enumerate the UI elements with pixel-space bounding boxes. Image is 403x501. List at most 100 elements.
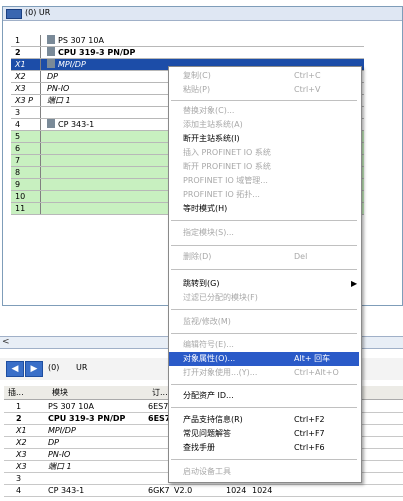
module-name: MPI/DP [58, 60, 86, 69]
slot-number: 11 [11, 203, 41, 214]
menu-label: 粘贴(P) [183, 85, 211, 94]
menu-label: 常见问题解答 [183, 429, 231, 438]
menu-item-assign-asset-id[interactable]: 分配资产 ID... [169, 389, 359, 403]
menu-item-profinet-topology[interactable]: PROFINET IO 拓扑... [169, 188, 359, 202]
back-arrow-icon[interactable]: ◀ [6, 361, 24, 377]
header-order[interactable]: 订... [152, 387, 168, 398]
address-value: 1024 [252, 486, 273, 495]
context-menu: 复制(C) Ctrl+C 粘贴(P) Ctrl+V 替换对象(C)... 添加主… [168, 66, 362, 483]
slot-number: 1 [11, 35, 41, 46]
menu-label: 指定模块(S)... [183, 228, 234, 237]
slot-number: X1 [11, 59, 41, 70]
header-module[interactable]: 模块 [52, 387, 68, 398]
slot-number: X2 [11, 71, 41, 82]
menu-shortcut: Alt+ 回车 [294, 354, 331, 363]
module-icon [47, 119, 55, 128]
detail-rack-name: UR [76, 363, 88, 372]
menu-item-goto[interactable]: 跳转到(G) ▶ [169, 277, 359, 291]
forward-arrow-icon[interactable]: ▶ [25, 361, 43, 377]
menu-item-product-support[interactable]: 产品支持信息(R) Ctrl+F2 [169, 413, 359, 427]
menu-separator [171, 309, 357, 310]
menu-label: 断开 PROFINET IO 系统 [183, 162, 271, 171]
slot-number: 3 [16, 474, 22, 483]
slot-number: X3 [16, 462, 27, 471]
module-name: CPU 319-3 PN/DP [58, 48, 136, 57]
menu-item-monitor-modify[interactable]: 监视/修改(M) [169, 315, 359, 329]
submenu-arrow-icon: ▶ [351, 279, 358, 288]
menu-label: 断开主站系统(I) [183, 134, 240, 143]
module-name: DP [48, 438, 59, 447]
slot-number: X3 [16, 450, 27, 459]
slot-number: 4 [11, 119, 41, 130]
rack-row-2[interactable]: 2 CPU 319-3 PN/DP [11, 47, 364, 59]
slot-number: 5 [11, 131, 41, 142]
module-name: PS 307 10A [58, 36, 104, 45]
menu-item-filter-assigned[interactable]: 过滤已分配的模块(F) [169, 291, 359, 305]
rack-title: (0) UR [25, 8, 51, 17]
slot-number: 8 [11, 167, 41, 178]
order-number: 6GK7 [148, 486, 170, 495]
menu-separator [171, 100, 357, 101]
menu-label: 监视/修改(M) [183, 317, 231, 326]
menu-separator [171, 245, 357, 246]
menu-label: 编辑符号(E)... [183, 340, 234, 349]
menu-item-start-device-tool[interactable]: 启动设备工具 [169, 465, 359, 479]
module-cell: CPU 319-3 PN/DP [45, 47, 364, 58]
menu-item-replace-object[interactable]: 替换对象(C)... [169, 104, 359, 118]
order-number: 6ES7 [148, 414, 171, 423]
menu-item-find-manual[interactable]: 查找手册 Ctrl+F6 [169, 441, 359, 455]
menu-label: 打开对象使用...(Y)... [183, 368, 258, 377]
menu-shortcut: Del [294, 252, 308, 261]
module-name: CPU 319-3 PN/DP [48, 414, 126, 423]
slot-number: 10 [11, 191, 41, 202]
module-name: CP 343-1 [48, 486, 85, 495]
menu-label: 插入 PROFINET IO 系统 [183, 148, 271, 157]
menu-item-profinet-domain[interactable]: PROFINET IO 域管理... [169, 174, 359, 188]
module-name: PS 307 10A [48, 402, 94, 411]
menu-label: 对象属性(O)... [183, 354, 236, 363]
menu-item-delete[interactable]: 删除(D) Del [169, 250, 359, 264]
slot-number: 7 [11, 155, 41, 166]
order-number: 6ES7 [148, 402, 169, 411]
menu-label: PROFINET IO 拓扑... [183, 190, 260, 199]
menu-separator [171, 269, 357, 270]
menu-label: 查找手册 [183, 443, 215, 452]
menu-item-object-properties[interactable]: 对象属性(O)... Alt+ 回车 [169, 352, 359, 366]
menu-item-edit-symbols[interactable]: 编辑符号(E)... [169, 338, 359, 352]
scroll-left-icon[interactable]: < [2, 337, 10, 347]
menu-item-disconnect-master-system[interactable]: 断开主站系统(I) [169, 132, 359, 146]
menu-item-insert-profinet[interactable]: 插入 PROFINET IO 系统 [169, 146, 359, 160]
slot-number: X1 [16, 426, 27, 435]
menu-separator [171, 220, 357, 221]
address-value: 1024 [226, 486, 247, 495]
firmware-version: V2.0 [174, 486, 193, 495]
menu-item-specify-module[interactable]: 指定模块(S)... [169, 226, 359, 240]
slot-number: 4 [16, 486, 22, 495]
slot-number: 6 [11, 143, 41, 154]
slot-number: 3 [11, 107, 41, 118]
rack-title-bar: (0) UR [3, 7, 402, 21]
detail-row[interactable]: 4 CP 343-1 6GK7 V2.0 1024 1024 [4, 485, 403, 497]
menu-item-isochronous-mode[interactable]: 等时模式(H) [169, 202, 359, 216]
menu-separator [171, 459, 357, 460]
menu-shortcut: Ctrl+F6 [294, 443, 325, 452]
slot-number: 2 [11, 47, 41, 58]
menu-label: 分配资产 ID... [183, 391, 234, 400]
menu-item-add-master-system[interactable]: 添加主站系统(A) [169, 118, 359, 132]
menu-item-faq[interactable]: 常见问题解答 Ctrl+F7 [169, 427, 359, 441]
menu-item-copy[interactable]: 复制(C) Ctrl+C [169, 69, 359, 83]
rack-row-1[interactable]: 1 PS 307 10A [11, 35, 364, 47]
menu-label: 产品支持信息(R) [183, 415, 243, 424]
detail-rack-number: (0) [48, 363, 60, 372]
menu-item-paste[interactable]: 粘贴(P) Ctrl+V [169, 83, 359, 97]
header-slot[interactable]: 插... [8, 387, 24, 398]
menu-item-open-object[interactable]: 打开对象使用...(Y)... Ctrl+Alt+O [169, 366, 359, 380]
menu-item-disconnect-profinet[interactable]: 断开 PROFINET IO 系统 [169, 160, 359, 174]
module-name: PN-IO [48, 450, 71, 459]
slot-number: 2 [16, 414, 22, 423]
menu-shortcut: Ctrl+F7 [294, 429, 325, 438]
menu-separator [171, 384, 357, 385]
module-name: MPI/DP [48, 426, 76, 435]
menu-separator [171, 407, 357, 408]
menu-label: 复制(C) [183, 71, 211, 80]
